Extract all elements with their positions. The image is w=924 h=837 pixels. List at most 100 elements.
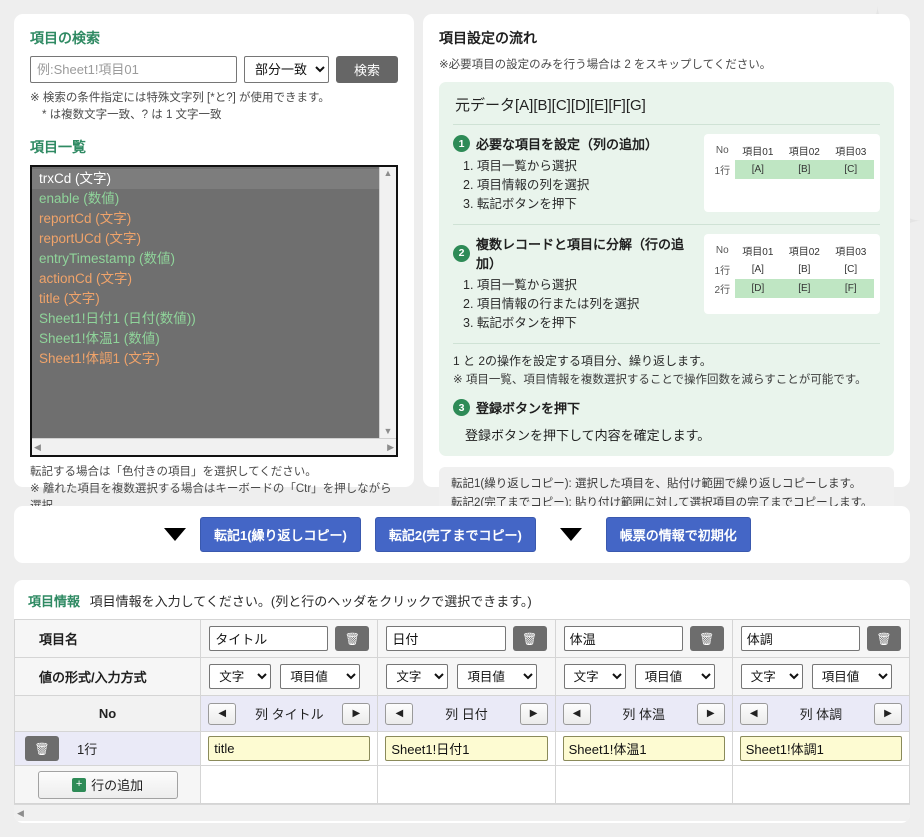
input-method-select-0[interactable]: 項目値 bbox=[280, 664, 360, 689]
list-item[interactable]: Sheet1!日付1 (日付(数値)) bbox=[32, 309, 379, 329]
data-cell-0 bbox=[201, 732, 378, 766]
data-cell-input-0[interactable] bbox=[208, 736, 370, 761]
item-name-input-2[interactable] bbox=[564, 626, 683, 651]
scroll-up-icon[interactable]: ▲ bbox=[384, 169, 393, 178]
example-table-cell: [C] bbox=[828, 260, 874, 279]
item-list-horizontal-scrollbar[interactable]: ◀ ▶ bbox=[32, 438, 396, 455]
add-row-blank-0 bbox=[201, 766, 378, 804]
column-header-1[interactable]: ◀ 列 日付 ▶ bbox=[378, 696, 555, 732]
search-input[interactable] bbox=[30, 56, 237, 83]
transfer1-button[interactable]: 転記1(繰り返しコピー) bbox=[200, 517, 361, 552]
input-method-select-1[interactable]: 項目値 bbox=[457, 664, 537, 689]
add-row-cell: + 行の追加 bbox=[15, 766, 201, 804]
data-cell-input-2[interactable] bbox=[563, 736, 725, 761]
delete-row-button[interactable]: 🗑 bbox=[25, 736, 59, 761]
move-column-right-button-3[interactable]: ▶ bbox=[874, 703, 902, 725]
example-table-cell: 1行 bbox=[710, 160, 735, 179]
move-column-left-button-3[interactable]: ◀ bbox=[740, 703, 768, 725]
move-column-left-button-1[interactable]: ◀ bbox=[385, 703, 413, 725]
example-table-cell: [D] bbox=[735, 279, 781, 298]
item-format-row: 値の形式/入力方式 文字 項目値 文字 bbox=[15, 658, 910, 696]
search-panel-title: 項目の検索 bbox=[30, 28, 398, 48]
add-row-blank-2 bbox=[555, 766, 732, 804]
flow-panel-title: 項目設定の流れ bbox=[439, 28, 894, 48]
scroll-left-icon[interactable]: ◀ bbox=[34, 443, 41, 452]
grid-horizontal-scrollbar[interactable]: ◀ bbox=[14, 804, 910, 821]
flow-repeat-notes: 1 と 2の操作を設定する項目分、繰り返します。 ※ 項目一覧、項目情報を複数選… bbox=[453, 343, 880, 392]
column-header-label-1: 列 日付 bbox=[413, 704, 519, 723]
item-list-vertical-scrollbar[interactable]: ▲ ▼ bbox=[379, 167, 396, 438]
delete-column-button-0[interactable]: 🗑 bbox=[335, 626, 369, 651]
step-2-title: 複数レコードと項目に分解（行の追加） bbox=[476, 234, 694, 272]
list-item[interactable]: trxCd (文字) bbox=[32, 169, 379, 189]
search-note-line2: * は複数文字一致、? は 1 文字一致 bbox=[30, 107, 398, 124]
item-format-cell-0: 文字 項目値 bbox=[201, 658, 378, 696]
step-3-badge: 3 bbox=[453, 399, 470, 416]
step-1-lines: 1. 項目一覧から選択 2. 項目情報の列を選択 3. 転記ボタンを押下 bbox=[453, 157, 694, 214]
move-column-left-button-2[interactable]: ◀ bbox=[563, 703, 591, 725]
row-header[interactable]: 🗑 1行 bbox=[15, 732, 201, 766]
move-column-left-button-0[interactable]: ◀ bbox=[208, 703, 236, 725]
scroll-down-icon[interactable]: ▼ bbox=[384, 427, 393, 436]
list-item[interactable]: entryTimestamp (数値) bbox=[32, 249, 379, 269]
initialize-from-form-button[interactable]: 帳票の情報で初期化 bbox=[606, 517, 751, 552]
table-row: 🗑 1行 bbox=[15, 732, 910, 766]
example-table-row: 1行[A][B][C] bbox=[710, 260, 874, 279]
trash-icon: 🗑 bbox=[699, 632, 714, 646]
match-mode-select[interactable]: 部分一致 bbox=[244, 56, 329, 83]
input-method-select-3[interactable]: 項目値 bbox=[812, 664, 892, 689]
example-table-row: 1行[A][B][C] bbox=[710, 160, 874, 179]
list-item[interactable]: actionCd (文字) bbox=[32, 269, 379, 289]
step-3-title: 登録ボタンを押下 bbox=[476, 398, 580, 417]
add-row-button[interactable]: + 行の追加 bbox=[38, 771, 178, 799]
flow-repeat-note: 1 と 2の操作を設定する項目分、繰り返します。 bbox=[453, 352, 880, 371]
list-item[interactable]: title (文字) bbox=[32, 289, 379, 309]
move-column-right-button-2[interactable]: ▶ bbox=[697, 703, 725, 725]
delete-column-button-3[interactable]: 🗑 bbox=[867, 626, 901, 651]
column-header-0[interactable]: ◀ 列 タイトル ▶ bbox=[201, 696, 378, 732]
search-button[interactable]: 検索 bbox=[336, 56, 398, 83]
item-format-row-label: 値の形式/入力方式 bbox=[15, 658, 201, 696]
data-cell-input-3[interactable] bbox=[740, 736, 902, 761]
item-list-title: 項目一覧 bbox=[30, 137, 398, 157]
list-item[interactable]: reportCd (文字) bbox=[32, 209, 379, 229]
item-name-row-label: 項目名 bbox=[15, 620, 201, 658]
transfer2-button[interactable]: 転記2(完了までコピー) bbox=[375, 517, 536, 552]
list-item[interactable]: Sheet1!体温1 (数値) bbox=[32, 329, 379, 349]
list-item[interactable]: Sheet1!体調1 (文字) bbox=[32, 349, 379, 369]
flow-panel-subtitle: ※必要項目の設定のみを行う場合は 2 をスキップしてください。 bbox=[439, 56, 894, 72]
step-1-example-table: No項目01項目02項目031行[A][B][C] bbox=[704, 134, 880, 212]
move-column-right-button-1[interactable]: ▶ bbox=[520, 703, 548, 725]
input-method-select-2[interactable]: 項目値 bbox=[635, 664, 715, 689]
delete-column-button-2[interactable]: 🗑 bbox=[690, 626, 724, 651]
item-name-input-3[interactable] bbox=[741, 626, 860, 651]
list-item[interactable]: reportUCd (文字) bbox=[32, 229, 379, 249]
example-table-cell: [C] bbox=[828, 160, 874, 179]
format-select-1[interactable]: 文字 bbox=[386, 664, 448, 689]
scroll-right-icon[interactable]: ▶ bbox=[387, 443, 394, 452]
format-select-0[interactable]: 文字 bbox=[209, 664, 271, 689]
delete-column-button-1[interactable]: 🗑 bbox=[513, 626, 547, 651]
action-bar-panel: 転記1(繰り返しコピー) 転記2(完了までコピー) 帳票の情報で初期化 bbox=[14, 506, 910, 563]
item-name-input-0[interactable] bbox=[209, 626, 328, 651]
item-listbox[interactable]: trxCd (文字)enable (数値)reportCd (文字)report… bbox=[30, 165, 398, 457]
example-table-cell: 1行 bbox=[710, 260, 735, 279]
format-select-3[interactable]: 文字 bbox=[741, 664, 803, 689]
column-header-label-0: 列 タイトル bbox=[236, 704, 342, 723]
column-header-2[interactable]: ◀ 列 体温 ▶ bbox=[555, 696, 732, 732]
item-name-input-1[interactable] bbox=[386, 626, 505, 651]
column-header-label-2: 列 体温 bbox=[591, 704, 697, 723]
format-select-2[interactable]: 文字 bbox=[564, 664, 626, 689]
data-cell-input-1[interactable] bbox=[385, 736, 547, 761]
step-2-line-3: 3. 転記ボタンを押下 bbox=[463, 314, 694, 333]
data-cell-1 bbox=[378, 732, 555, 766]
item-list-options[interactable]: trxCd (文字)enable (数値)reportCd (文字)report… bbox=[32, 167, 379, 438]
list-item[interactable]: enable (数値) bbox=[32, 189, 379, 209]
item-name-row: 項目名 🗑 🗑 bbox=[15, 620, 910, 658]
move-column-right-button-0[interactable]: ▶ bbox=[342, 703, 370, 725]
item-format-cell-2: 文字 項目値 bbox=[555, 658, 732, 696]
grid-scroll-left-icon[interactable]: ◀ bbox=[17, 809, 24, 818]
step-2-line-1: 1. 項目一覧から選択 bbox=[463, 276, 694, 295]
column-header-3[interactable]: ◀ 列 体調 ▶ bbox=[732, 696, 909, 732]
item-info-panel: 項目情報 項目情報を入力してください。(列と行のヘッダをクリックで選択できます。… bbox=[14, 580, 910, 823]
